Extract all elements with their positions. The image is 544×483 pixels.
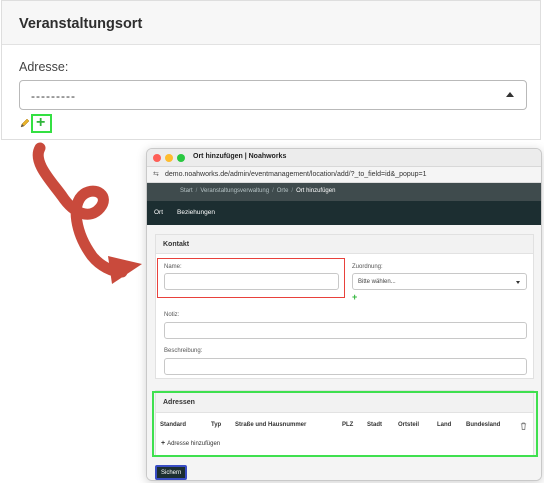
- window-titlebar: Ort hinzufügen | Noahworks: [147, 149, 541, 167]
- address-select-value: ---------: [31, 89, 76, 103]
- breadcrumb-start[interactable]: Start: [180, 188, 193, 194]
- close-window-button[interactable]: [153, 153, 161, 162]
- notiz-label: Notiz:: [164, 312, 180, 318]
- zuordnung-select[interactable]: Bitte wählen...: [352, 273, 527, 290]
- venue-fieldset: Veranstaltungsort Adresse: --------- +: [1, 0, 541, 140]
- kontakt-heading: Kontakt: [156, 235, 533, 254]
- beschreibung-field[interactable]: [164, 358, 527, 375]
- zuordnung-select-value: Bitte wählen...: [358, 279, 396, 285]
- site-settings-icon[interactable]: ⇆: [153, 170, 159, 178]
- breadcrumb-locations[interactable]: Orte: [277, 188, 289, 194]
- annotation-arrow-icon: [32, 142, 142, 284]
- beschreibung-label: Beschreibung:: [164, 348, 203, 354]
- screenshot-stage: Veranstaltungsort Adresse: --------- + O…: [0, 0, 544, 483]
- fieldset-heading: Veranstaltungsort: [2, 1, 540, 45]
- address-field-label: Adresse:: [19, 60, 69, 74]
- minimize-window-button[interactable]: [165, 153, 173, 162]
- add-zuordnung-icon[interactable]: +: [352, 292, 357, 302]
- tab-bar: Ort Beziehungen: [147, 201, 541, 225]
- breadcrumb-separator: /: [291, 188, 294, 194]
- breadcrumb-current: Ort hinzufügen: [296, 188, 336, 194]
- tab-ort[interactable]: Ort: [154, 209, 163, 216]
- chevron-down-icon: [516, 281, 520, 284]
- url-bar[interactable]: ⇆ demo.noahworks.de/admin/eventmanagemen…: [147, 167, 541, 183]
- caret-up-icon: [506, 92, 514, 97]
- zoom-window-button[interactable]: [177, 153, 185, 162]
- url-text: demo.noahworks.de/admin/eventmanagement/…: [165, 171, 427, 178]
- kontakt-card: Kontakt Name: Zuordnung: Bitte wählen...…: [155, 234, 534, 379]
- add-address-button[interactable]: +: [31, 114, 52, 133]
- breadcrumb: Start / Veranstaltungsverwaltung / Orte / Ort …: [147, 183, 541, 201]
- save-button[interactable]: Sichern: [155, 465, 188, 480]
- adressen-highlight: [152, 391, 538, 457]
- tab-beziehungen[interactable]: Beziehungen: [177, 209, 215, 216]
- name-field-highlight: [157, 258, 345, 298]
- breadcrumb-separator: /: [195, 188, 198, 194]
- plus-icon: +: [36, 114, 46, 131]
- window-title: Ort hinzufügen | Noahworks: [193, 152, 287, 160]
- notiz-field[interactable]: [164, 322, 527, 339]
- address-select[interactable]: ---------: [19, 80, 527, 110]
- zuordnung-label: Zuordnung:: [352, 264, 383, 270]
- pencil-icon[interactable]: [19, 117, 31, 129]
- breadcrumb-event-management[interactable]: Veranstaltungsverwaltung: [200, 188, 269, 194]
- add-location-popup: Ort hinzufügen | Noahworks ⇆ demo.noahwo…: [146, 148, 542, 481]
- breadcrumb-separator: /: [272, 188, 274, 194]
